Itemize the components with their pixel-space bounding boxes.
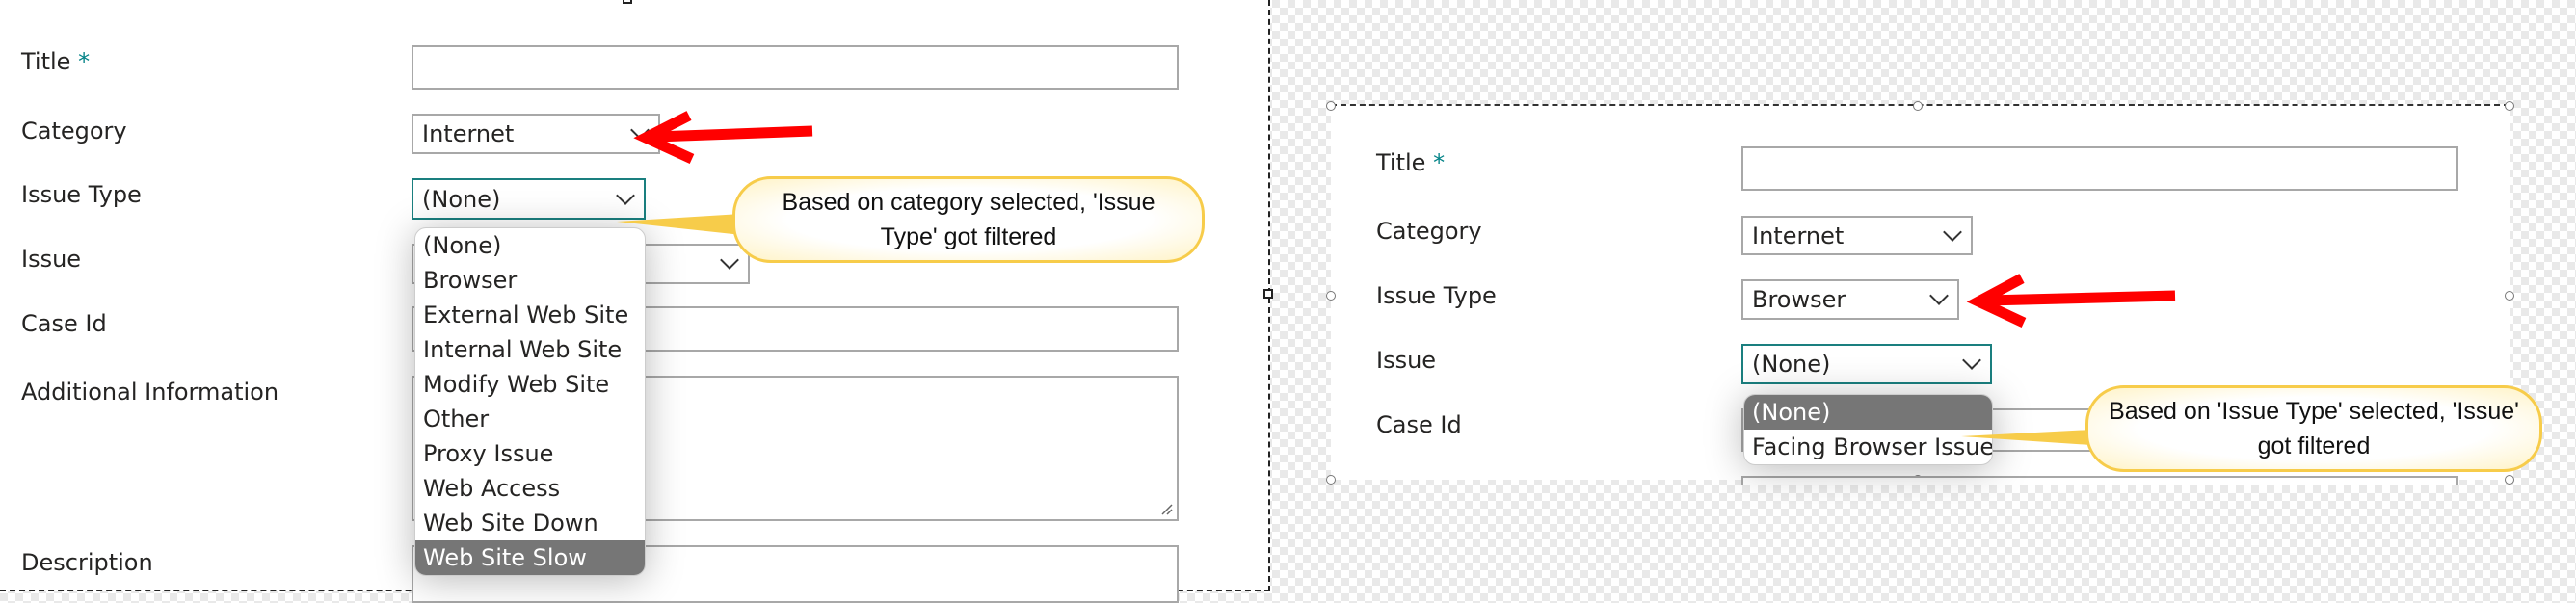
issue-type-select-value: (None) — [422, 185, 501, 213]
selection-handle[interactable] — [1326, 475, 1336, 485]
selection-handle[interactable] — [623, 0, 632, 4]
title-input[interactable] — [412, 45, 1179, 90]
selection-handle[interactable] — [1326, 101, 1336, 111]
dropdown-option[interactable]: (None) — [415, 228, 645, 263]
category-select-value: Internet — [422, 120, 515, 147]
title-label: Title * — [1376, 149, 1446, 176]
required-marker: * — [78, 48, 91, 75]
dropdown-option-highlighted[interactable]: (None) — [1744, 395, 1992, 430]
title-input[interactable] — [1741, 146, 2458, 191]
title-label: Title * — [21, 48, 91, 75]
issue-type-label: Issue Type — [21, 181, 142, 208]
issue-select[interactable]: (None) — [1741, 344, 1992, 384]
category-select-value: Internet — [1752, 222, 1845, 249]
chevron-down-icon — [630, 120, 650, 140]
required-marker: * — [1433, 149, 1446, 176]
selection-handle[interactable] — [1263, 289, 1273, 299]
issue-label: Issue — [1376, 347, 1437, 374]
annotation-callout-issue-type: Based on category selected, 'Issue Type'… — [732, 176, 1205, 263]
issue-type-select[interactable]: Browser — [1741, 279, 1959, 320]
dropdown-option-highlighted[interactable]: Web Site Slow — [415, 540, 645, 575]
dropdown-option[interactable]: Other — [415, 402, 645, 436]
issue-type-select[interactable]: (None) — [412, 178, 646, 220]
additional-information-label: Additional Information — [21, 379, 279, 406]
issue-type-dropdown-list: (None) Browser External Web Site Interna… — [414, 227, 646, 576]
chevron-down-icon — [1929, 286, 1949, 305]
issue-label: Issue — [21, 246, 82, 273]
case-id-label: Case Id — [1376, 411, 1462, 438]
category-select[interactable]: Internet — [412, 114, 660, 154]
category-select[interactable]: Internet — [1741, 216, 1973, 255]
dropdown-option[interactable]: External Web Site — [415, 298, 645, 332]
dropdown-option[interactable]: Modify Web Site — [415, 367, 645, 402]
dropdown-option[interactable]: Internal Web Site — [415, 332, 645, 367]
chevron-down-icon — [720, 250, 739, 270]
case-id-label: Case Id — [21, 310, 107, 337]
category-label: Category — [1376, 218, 1482, 245]
selection-handle[interactable] — [2505, 291, 2514, 301]
annotation-callout-issue: Based on 'Issue Type' selected, 'Issue' … — [2085, 385, 2542, 472]
category-label: Category — [21, 118, 127, 144]
issue-select-value: (None) — [1752, 351, 1831, 378]
dropdown-option[interactable]: Proxy Issue — [415, 436, 645, 471]
dropdown-option[interactable]: Web Site Down — [415, 506, 645, 540]
dropdown-option[interactable]: Facing Browser Issue — [1744, 430, 1992, 464]
issue-type-select-value: Browser — [1752, 286, 1846, 313]
chevron-down-icon — [1962, 351, 1981, 370]
selection-handle[interactable] — [1913, 101, 1923, 111]
issue-dropdown-list: (None) Facing Browser Issue — [1743, 394, 1993, 465]
selection-handle[interactable] — [2505, 475, 2514, 485]
issue-type-label: Issue Type — [1376, 282, 1497, 309]
description-label: Description — [21, 549, 153, 576]
dropdown-option[interactable]: Web Access — [415, 471, 645, 506]
chevron-down-icon — [1943, 222, 1962, 242]
form-panel-before: Title * Category Internet Issue Type (No… — [0, 0, 1273, 603]
chevron-down-icon — [616, 185, 635, 205]
additional-information-textarea[interactable] — [1741, 476, 2458, 485]
selection-handle[interactable] — [1326, 291, 1336, 301]
resize-grip-icon[interactable] — [1161, 504, 1173, 515]
dropdown-option[interactable]: Browser — [415, 263, 645, 298]
selection-handle[interactable] — [2505, 101, 2514, 111]
